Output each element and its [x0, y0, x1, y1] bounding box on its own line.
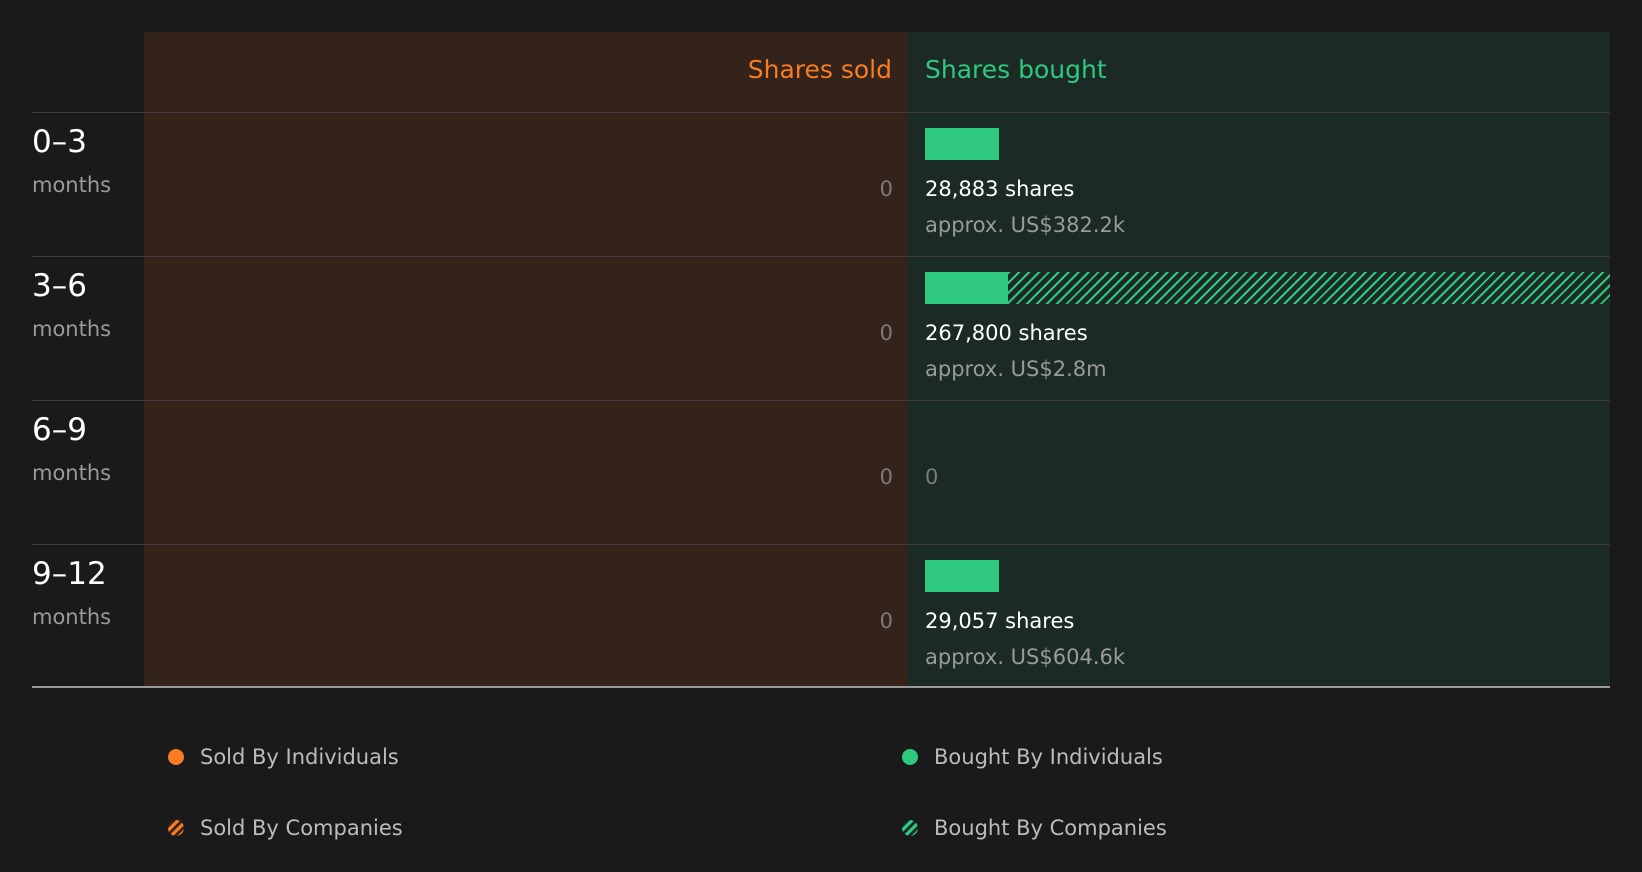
row-unit-label: months [32, 317, 112, 341]
bought-companies-hatched-dot-icon [902, 820, 918, 836]
row-unit-label: months [32, 605, 112, 629]
bought-shares-label: 267,800 shares [925, 321, 1088, 345]
shares-sold-header: Shares sold [747, 55, 892, 84]
row-range-label: 0–3 [32, 124, 87, 160]
bought-by-individuals-bar[interactable] [925, 128, 999, 160]
bought-by-companies-bar[interactable] [1008, 272, 1610, 304]
legend-label: Bought By Companies [934, 816, 1167, 840]
legend-label: Bought By Individuals [934, 745, 1163, 769]
row-unit-label: months [32, 461, 112, 485]
legend-sold-by-companies[interactable]: Sold By Companies [168, 813, 403, 843]
row-0-3-months: 0–3 months 0 28,883 shares approx. US$38… [0, 112, 1642, 256]
row-range-label: 3–6 [32, 268, 87, 304]
row-range-label: 6–9 [32, 412, 87, 448]
bought-value-label: approx. US$2.8m [925, 357, 1107, 381]
chart-baseline [32, 686, 1610, 688]
sold-value-label: 0 [879, 321, 893, 345]
sold-value-label: 0 [879, 609, 893, 633]
legend-bought-by-individuals[interactable]: Bought By Individuals [902, 742, 1163, 772]
legend-label: Sold By Individuals [200, 745, 399, 769]
legend-sold-by-individuals[interactable]: Sold By Individuals [168, 742, 399, 772]
bought-individuals-dot-icon [902, 749, 918, 765]
row-range-label: 9–12 [32, 556, 107, 592]
sold-companies-hatched-dot-icon [168, 820, 184, 836]
row-6-9-months: 6–9 months 0 0 [0, 400, 1642, 544]
legend-label: Sold By Companies [200, 816, 403, 840]
bought-by-individuals-bar[interactable] [925, 560, 999, 592]
bought-shares-label: 28,883 shares [925, 177, 1075, 201]
sold-value-label: 0 [879, 177, 893, 201]
bought-value-label: 0 [925, 465, 939, 489]
bought-value-label: approx. US$382.2k [925, 213, 1126, 237]
row-unit-label: months [32, 173, 112, 197]
insider-trading-chart: Shares sold Shares bought 0–3 months 0 2… [0, 0, 1642, 872]
bought-shares-label: 29,057 shares [925, 609, 1075, 633]
bought-by-individuals-bar[interactable] [925, 272, 1008, 304]
row-9-12-months: 9–12 months 0 29,057 shares approx. US$6… [0, 544, 1642, 688]
bought-value-label: approx. US$604.6k [925, 645, 1126, 669]
sold-value-label: 0 [879, 465, 893, 489]
legend-bought-by-companies[interactable]: Bought By Companies [902, 813, 1167, 843]
row-3-6-months: 3–6 months 0 267,800 shares approx. US$2… [0, 256, 1642, 400]
sold-individuals-dot-icon [168, 749, 184, 765]
shares-bought-header: Shares bought [925, 55, 1107, 84]
